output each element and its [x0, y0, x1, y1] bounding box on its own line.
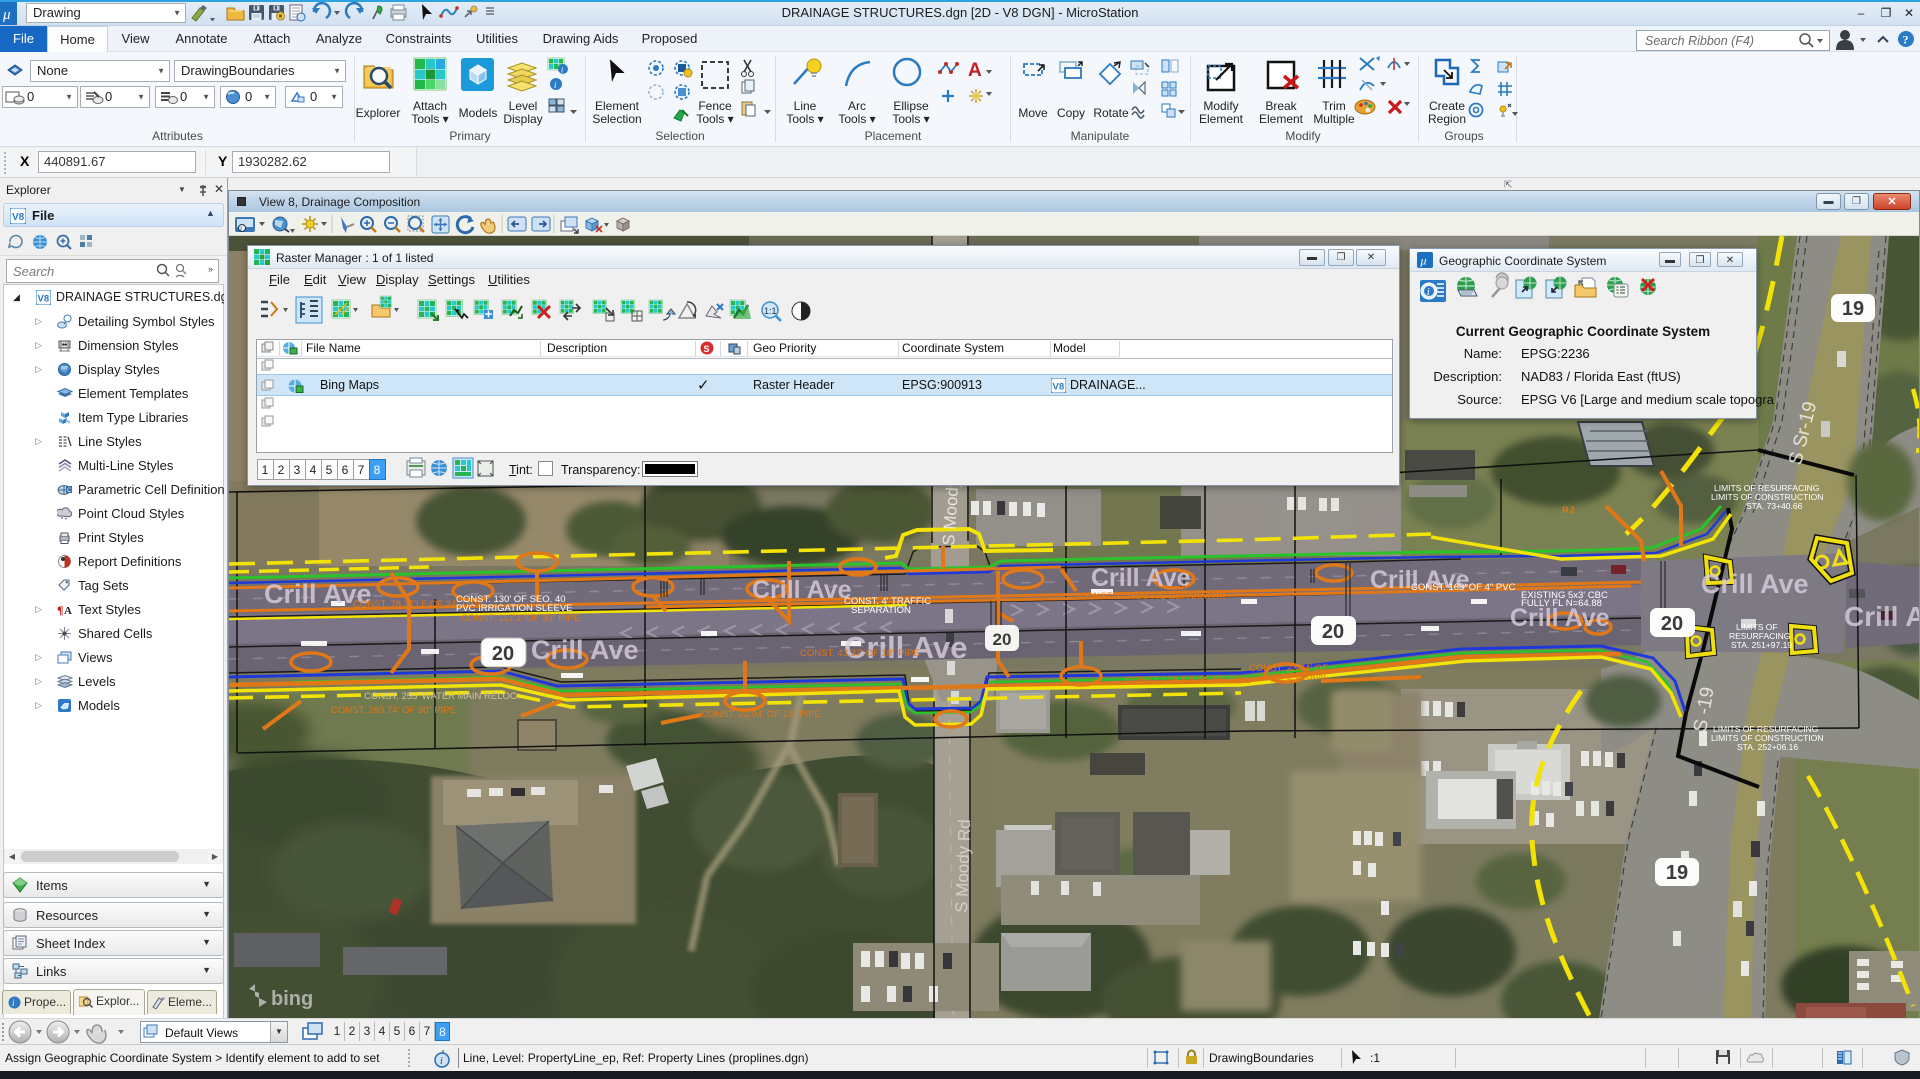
svg-text:Crill Ave: Crill Ave: [531, 635, 639, 665]
svg-text:6: 6: [342, 463, 349, 477]
svg-text:2: 2: [278, 463, 285, 477]
svg-text:Crill Ave: Crill Ave: [1091, 564, 1191, 592]
svg-text:RJ: RJ: [1562, 505, 1574, 516]
svg-text:CONST. 4' TRAFFIC SEPARATOR: CONST. 4' TRAFFIC SEPARATOR: [1079, 591, 1226, 602]
svg-text:V8: V8: [12, 212, 25, 223]
svg-text:CONST. 139.52' OF 18" PIPE: CONST. 139.52' OF 18" PIPE: [1125, 675, 1250, 686]
svg-text:3: 3: [294, 463, 301, 477]
svg-text:CONST. 117.1' OF 30" PIPE: CONST. 117.1' OF 30" PIPE: [461, 613, 580, 624]
svg-text:Crill Ave: Crill Ave: [1844, 601, 1919, 632]
svg-text:V8: V8: [38, 294, 50, 305]
svg-text:i: i: [1427, 286, 1430, 298]
svg-text:FULLY FL N=64.88: FULLY FL N=64.88: [1521, 598, 1602, 609]
svg-text:S: S: [704, 344, 710, 354]
svg-text:i: i: [440, 1056, 443, 1067]
svg-text:20: 20: [1661, 613, 1683, 635]
svg-text:20: 20: [993, 630, 1012, 649]
svg-text:C: C: [67, 488, 72, 494]
svg-text:i: i: [240, 225, 242, 233]
svg-text:STA. 73+40.66: STA. 73+40.66: [1746, 501, 1803, 511]
svg-text:1:1: 1:1: [764, 306, 777, 316]
svg-text:A: A: [968, 60, 982, 81]
svg-text:μ: μ: [1420, 254, 1427, 268]
svg-text:7: 7: [358, 463, 365, 477]
svg-text:20: 20: [492, 643, 514, 665]
svg-text:?: ?: [1903, 33, 1909, 47]
svg-text:bing: bing: [271, 988, 313, 1010]
svg-text:8: 8: [374, 463, 381, 477]
svg-text:5: 5: [326, 463, 333, 477]
svg-text:i: i: [561, 66, 563, 75]
svg-text:Crill Ave: Crill Ave: [752, 576, 852, 604]
svg-text:Crill Ave: Crill Ave: [1701, 569, 1809, 599]
svg-text:SEPARATION: SEPARATION: [851, 605, 911, 616]
svg-text:STA. 252+06.16: STA. 252+06.16: [1737, 742, 1798, 752]
svg-text:19: 19: [1842, 298, 1864, 320]
svg-text:18" PIPE DRAIN: 18" PIPE DRAIN: [1255, 672, 1326, 683]
svg-text:¶: ¶: [57, 603, 63, 617]
svg-text:CONST. 22.04' OF 18" PIPE: CONST. 22.04' OF 18" PIPE: [701, 709, 821, 720]
svg-text:CONST. 163' OF 4" PVC: CONST. 163' OF 4" PVC: [1411, 582, 1516, 593]
svg-text:STA. 251+97.19: STA. 251+97.19: [1731, 640, 1792, 650]
svg-text:CONST. 255' WATER MAIN RELOC.: CONST. 255' WATER MAIN RELOC.: [364, 691, 519, 702]
svg-text:1: 1: [262, 463, 269, 477]
svg-text:S Moody Rd: S Moody Rd: [952, 819, 974, 913]
svg-text:20: 20: [1322, 621, 1344, 643]
svg-text:4: 4: [310, 463, 317, 477]
svg-text:19: 19: [1666, 862, 1688, 884]
svg-text:CONST. 43.37' OF 18" PIPE: CONST. 43.37' OF 18" PIPE: [800, 648, 920, 659]
svg-text:V8: V8: [1053, 382, 1065, 393]
svg-text:A: A: [64, 605, 72, 617]
svg-text:CONST. 283.74' OF 30" PIPE: CONST. 283.74' OF 30" PIPE: [331, 705, 456, 716]
